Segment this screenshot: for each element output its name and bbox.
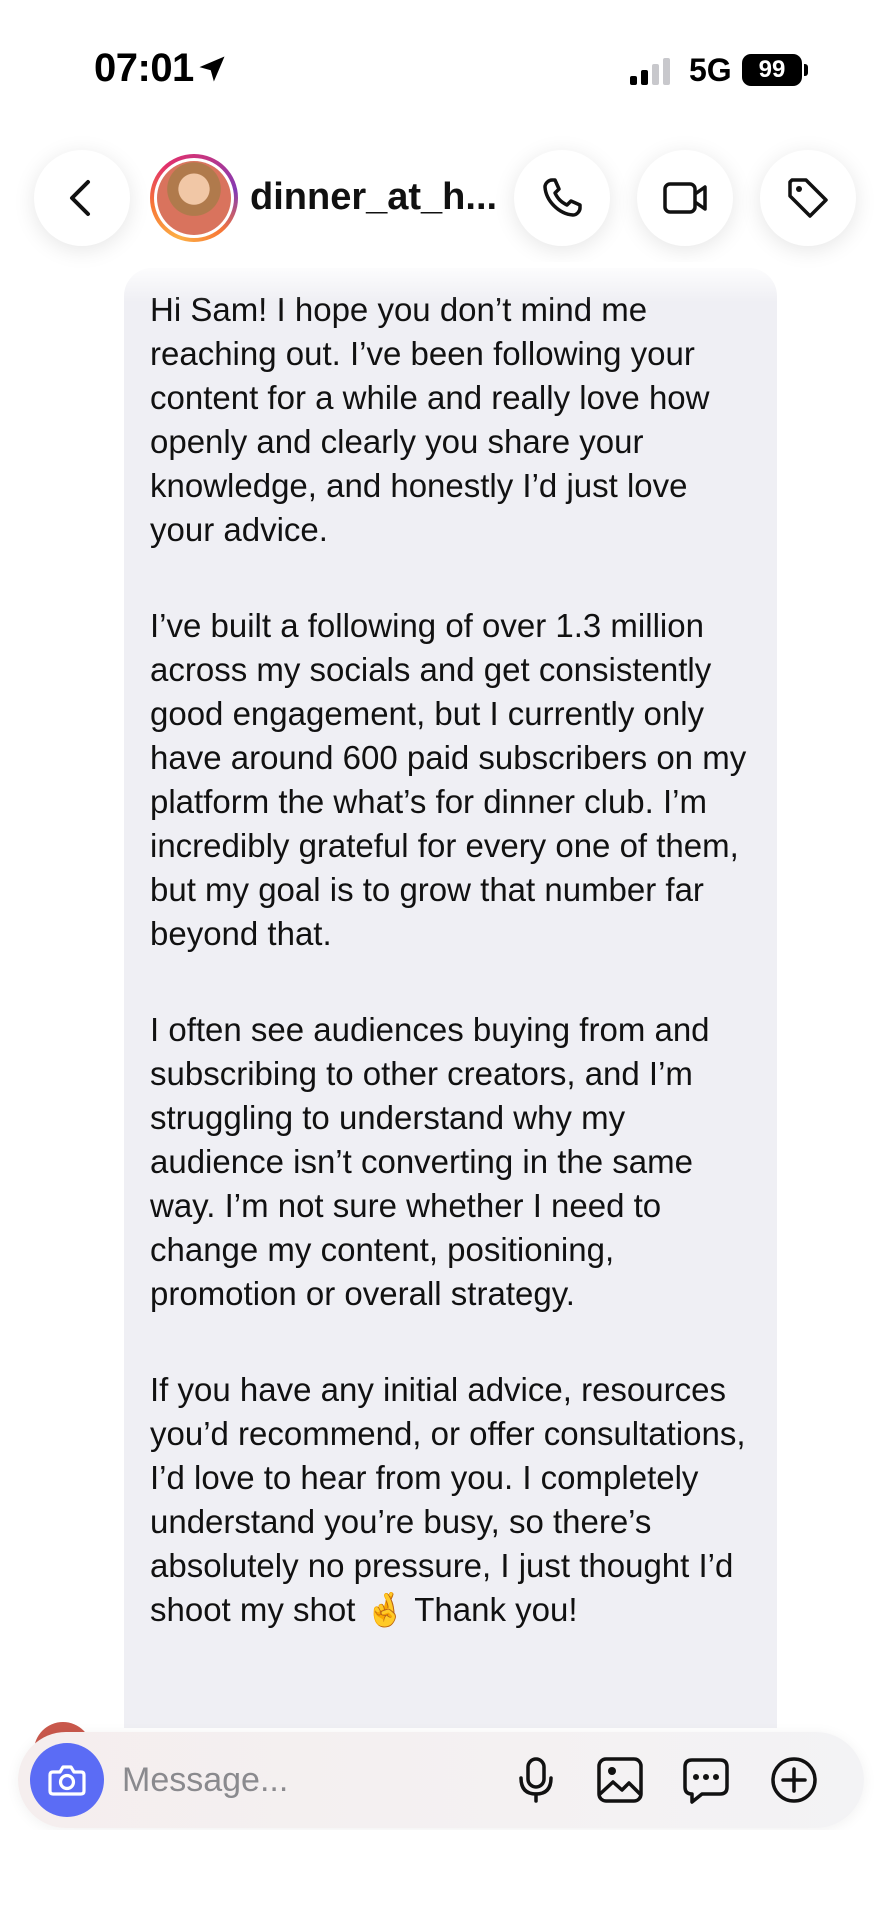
message-paragraph: Hi Sam! I hope you don’t mind me reachin…	[150, 291, 710, 548]
scroll-fade	[124, 262, 777, 302]
camera-button[interactable]	[30, 1743, 104, 1817]
network-label: 5G	[689, 52, 732, 88]
video-call-button[interactable]	[637, 150, 733, 246]
sticker-chat-icon[interactable]	[680, 1754, 732, 1806]
back-button[interactable]	[34, 150, 130, 246]
username[interactable]: dinner_at_h...	[250, 176, 497, 219]
battery-tip	[804, 64, 808, 76]
audio-call-button[interactable]	[514, 150, 610, 246]
home-indicator-area	[0, 1830, 883, 1920]
status-bar: 07:01 5G 99	[0, 0, 883, 140]
location-arrow-icon	[199, 56, 225, 82]
tag-button[interactable]	[760, 150, 856, 246]
avatar[interactable]	[150, 154, 238, 242]
message-paragraph: If you have any initial advice, resource…	[150, 1371, 746, 1628]
video-camera-icon	[663, 182, 707, 214]
tag-icon	[788, 178, 828, 218]
message-input[interactable]	[122, 1752, 502, 1808]
message-text: Hi Sam! I hope you don’t mind me reachin…	[150, 288, 760, 1684]
phone-icon	[543, 178, 582, 217]
profile-header[interactable]: dinner_at_h...	[145, 150, 497, 246]
battery-indicator: 99	[742, 54, 802, 86]
message-paragraph: I’ve built a following of over 1.3 milli…	[150, 607, 747, 952]
back-chevron-icon	[70, 180, 90, 216]
microphone-icon[interactable]	[510, 1754, 562, 1806]
cellular-signal-icon	[630, 58, 670, 85]
chat-header: dinner_at_h...	[0, 150, 883, 250]
gallery-icon[interactable]	[594, 1754, 646, 1806]
plus-icon[interactable]	[768, 1754, 820, 1806]
message-composer	[18, 1732, 864, 1828]
camera-icon	[48, 1765, 86, 1796]
avatar-image	[157, 161, 231, 235]
message-bubble[interactable]: Hi Sam! I hope you don’t mind me reachin…	[124, 268, 777, 1728]
message-paragraph: I often see audiences buying from and su…	[150, 1011, 710, 1312]
status-time: 07:01	[94, 46, 194, 90]
